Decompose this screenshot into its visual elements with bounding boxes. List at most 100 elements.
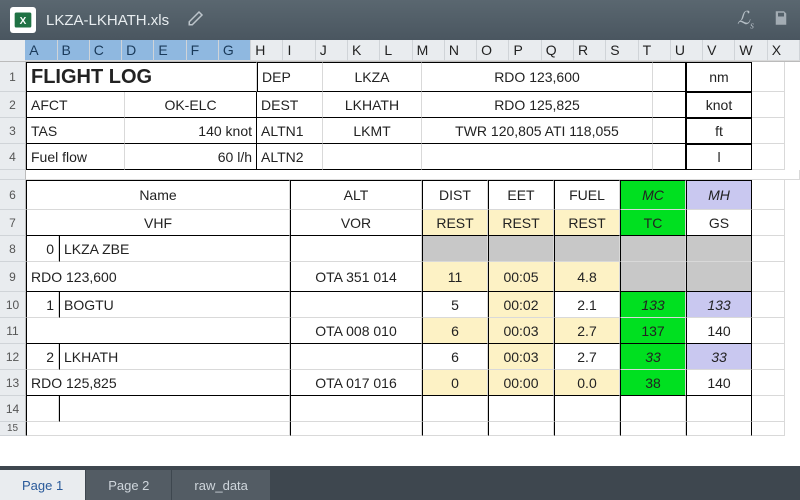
row-2[interactable]: 2 bbox=[0, 92, 26, 118]
row-8[interactable]: 8 bbox=[0, 236, 26, 262]
r8-name[interactable]: LKZA ZBE bbox=[59, 236, 290, 262]
r11-vor[interactable]: OTA 008 010 bbox=[290, 318, 422, 344]
unit-nm-val[interactable]: nm bbox=[686, 62, 752, 92]
col-U[interactable]: U bbox=[671, 40, 703, 61]
col-A[interactable]: A bbox=[25, 40, 57, 61]
col-R[interactable]: R bbox=[574, 40, 606, 61]
r9-eet[interactable]: 00:05 bbox=[488, 262, 554, 292]
r9-rdo[interactable]: RDO 123,600 bbox=[26, 262, 290, 292]
altn1-val[interactable]: LKMT bbox=[323, 118, 422, 144]
edit-icon[interactable] bbox=[187, 9, 205, 32]
rdo2[interactable]: RDO 125,825 bbox=[422, 92, 653, 118]
r11-dist[interactable]: 6 bbox=[422, 318, 488, 344]
col-X[interactable]: X bbox=[768, 40, 800, 61]
r10-dist[interactable]: 5 bbox=[422, 292, 488, 318]
r12-idx[interactable]: 2 bbox=[26, 344, 59, 370]
save-icon[interactable] bbox=[772, 9, 790, 32]
r12-mh[interactable]: 33 bbox=[686, 344, 752, 370]
col-W[interactable]: W bbox=[735, 40, 767, 61]
r11-tc[interactable]: 137 bbox=[620, 318, 686, 344]
r11-eet[interactable]: 00:03 bbox=[488, 318, 554, 344]
th-dist[interactable]: DIST bbox=[422, 180, 488, 210]
col-Q[interactable]: Q bbox=[542, 40, 574, 61]
dest-val[interactable]: LKHATH bbox=[323, 92, 422, 118]
column-headers[interactable]: A B C D E F G H I J K L M N O P Q R S T … bbox=[0, 40, 800, 62]
unit-knot[interactable]: knot bbox=[686, 92, 752, 118]
r13-vor[interactable]: OTA 017 016 bbox=[290, 370, 422, 396]
col-P[interactable]: P bbox=[509, 40, 541, 61]
altn1-label[interactable]: ALTN1 bbox=[257, 118, 323, 144]
th-vhf[interactable]: VHF bbox=[26, 210, 290, 236]
tas-label[interactable]: TAS bbox=[26, 118, 125, 144]
col-H[interactable]: H bbox=[251, 40, 283, 61]
col-O[interactable]: O bbox=[477, 40, 509, 61]
col-J[interactable]: J bbox=[316, 40, 348, 61]
flight-log-title[interactable]: FLIGHT LOG bbox=[26, 62, 257, 92]
r10-eet[interactable]: 00:02 bbox=[488, 292, 554, 318]
col-E[interactable]: E bbox=[154, 40, 186, 61]
row-15[interactable]: 15 bbox=[0, 422, 26, 436]
row-12[interactable]: 12 bbox=[0, 344, 26, 370]
row-4[interactable]: 4 bbox=[0, 144, 26, 170]
row-1[interactable]: 1 bbox=[0, 62, 26, 92]
th-vor[interactable]: VOR bbox=[290, 210, 422, 236]
col-C[interactable]: C bbox=[90, 40, 122, 61]
row-7[interactable]: 7 bbox=[0, 210, 26, 236]
th-alt[interactable]: ALT bbox=[290, 180, 422, 210]
tab-rawdata[interactable]: raw_data bbox=[172, 470, 269, 500]
col-N[interactable]: N bbox=[445, 40, 477, 61]
r9-dist[interactable]: 11 bbox=[422, 262, 488, 292]
col-I[interactable]: I bbox=[283, 40, 315, 61]
row-14[interactable]: 14 bbox=[0, 396, 26, 422]
th-rest3[interactable]: REST bbox=[554, 210, 620, 236]
col-G[interactable]: G bbox=[219, 40, 251, 61]
dest-label[interactable]: DEST bbox=[257, 92, 323, 118]
brush-icon[interactable]: ℒs bbox=[737, 8, 754, 32]
th-rest1[interactable]: REST bbox=[422, 210, 488, 236]
col-L[interactable]: L bbox=[380, 40, 412, 61]
r9-vor[interactable]: OTA 351 014 bbox=[290, 262, 422, 292]
col-M[interactable]: M bbox=[413, 40, 445, 61]
row-11[interactable]: 11 bbox=[0, 318, 26, 344]
row-10[interactable]: 10 bbox=[0, 292, 26, 318]
r13-dist[interactable]: 0 bbox=[422, 370, 488, 396]
row-5[interactable] bbox=[0, 170, 26, 180]
r13-eet[interactable]: 00:00 bbox=[488, 370, 554, 396]
row-13[interactable]: 13 bbox=[0, 370, 26, 396]
row-6[interactable]: 6 bbox=[0, 180, 26, 210]
col-T[interactable]: T bbox=[639, 40, 671, 61]
th-tc[interactable]: TC bbox=[620, 210, 686, 236]
th-eet[interactable]: EET bbox=[488, 180, 554, 210]
tab-page2[interactable]: Page 2 bbox=[86, 470, 171, 500]
ff-label[interactable]: Fuel flow bbox=[26, 144, 125, 170]
r10-mc[interactable]: 133 bbox=[620, 292, 686, 318]
col-F[interactable]: F bbox=[187, 40, 219, 61]
r12-name[interactable]: LKHATH bbox=[59, 344, 290, 370]
r12-eet[interactable]: 00:03 bbox=[488, 344, 554, 370]
r12-fuel[interactable]: 2.7 bbox=[554, 344, 620, 370]
th-mh[interactable]: MH bbox=[686, 180, 752, 210]
tas-val[interactable]: 140 knot bbox=[125, 118, 257, 144]
row-9[interactable]: 9 bbox=[0, 262, 26, 292]
r10-idx[interactable]: 1 bbox=[26, 292, 59, 318]
r10-name[interactable]: BOGTU bbox=[59, 292, 290, 318]
r13-fuel[interactable]: 0.0 bbox=[554, 370, 620, 396]
th-name[interactable]: Name bbox=[26, 180, 290, 210]
r11-fuel[interactable]: 2.7 bbox=[554, 318, 620, 344]
th-fuel[interactable]: FUEL bbox=[554, 180, 620, 210]
r12-mc[interactable]: 33 bbox=[620, 344, 686, 370]
unit-l[interactable]: l bbox=[686, 144, 752, 170]
r10-mh[interactable]: 133 bbox=[686, 292, 752, 318]
col-D[interactable]: D bbox=[122, 40, 154, 61]
th-gs[interactable]: GS bbox=[686, 210, 752, 236]
unit-nm[interactable] bbox=[653, 62, 686, 92]
r10-fuel[interactable]: 2.1 bbox=[554, 292, 620, 318]
tab-page1[interactable]: Page 1 bbox=[0, 470, 85, 500]
rdo1[interactable]: RDO 123,600 bbox=[422, 62, 653, 92]
afct-label[interactable]: AFCT bbox=[26, 92, 125, 118]
th-mc[interactable]: MC bbox=[620, 180, 686, 210]
afct-val[interactable]: OK-ELC bbox=[125, 92, 257, 118]
col-K[interactable]: K bbox=[348, 40, 380, 61]
spreadsheet-grid[interactable]: 1 FLIGHT LOG DEP LKZA RDO 123,600 nm 2 A… bbox=[0, 62, 800, 466]
col-V[interactable]: V bbox=[703, 40, 735, 61]
